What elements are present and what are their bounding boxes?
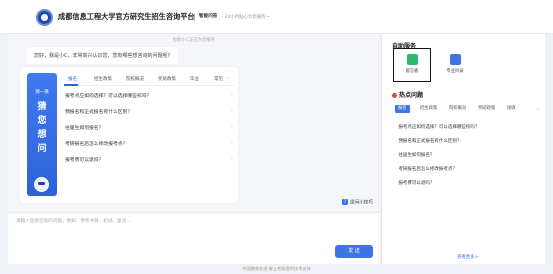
chevron-right-icon: › — [231, 124, 233, 130]
question-input[interactable] — [16, 218, 336, 232]
platform-title: 成都信息工程大学官方研究生招生咨询平台 — [58, 12, 195, 21]
guess-panel: 猜一猜 猜 您 想 问 — [27, 73, 57, 196]
chevron-right-icon: › — [231, 140, 233, 146]
tab-next-chevron-icon[interactable]: › — [228, 76, 230, 81]
faq-question-text: 报考点应如何选择？可以选择哪些校吗？ — [65, 94, 152, 99]
smart-qa-badge: 智能问答 — [199, 14, 218, 19]
service-notice: 智能小C正在为您服务 — [172, 38, 216, 43]
top-header: 成都信息工程大学官方研究生招生咨询平台 智能问答 · 24小时贴心为您服务～ — [0, 0, 553, 34]
right-sidebar: 自助服务 留言板 专业目录 热点问题 报名 招生政策 院校概况 奖助政策 接收 … — [381, 34, 545, 264]
chevron-right-icon: › — [231, 92, 233, 98]
hot-question[interactable]: 往届生如何报名？ — [395, 152, 541, 158]
faq-question[interactable]: 往届生如何报名？ › — [65, 124, 233, 134]
header-divider — [194, 13, 195, 21]
faq-question[interactable]: 考研报名后怎么修改报考点？ › — [65, 140, 233, 150]
faq-question-text: 报考费可以退吗？ — [65, 158, 104, 163]
selection-highlight — [393, 48, 431, 82]
guess-char: 您 — [37, 116, 47, 126]
hot-questions-title: 热点问题 — [392, 90, 423, 99]
faq-card: 猜一猜 猜 您 想 问 报名 招生政策 院校概况 奖助政策 毕业 常见 › 报考… — [20, 67, 238, 203]
service-label: 专业目录 — [446, 69, 464, 74]
robot-mascot-icon — [34, 177, 49, 192]
guess-char: 想 — [37, 130, 47, 140]
faq-question[interactable]: 报考费可以退吗？ › — [65, 156, 233, 166]
hot-question[interactable]: 报考费可以退吗？ — [395, 180, 541, 186]
tab-common[interactable]: 常见 — [214, 76, 223, 82]
header-subtitle: · 24小时贴心为您服务～ — [222, 14, 270, 20]
hot-tab-bar: 报名 招生政策 院校概况 奖助政策 接收 — [395, 105, 545, 115]
guess-char: 猜 — [37, 102, 47, 112]
hot-tab-registration[interactable]: 报名 — [395, 105, 410, 113]
active-tab-indicator — [64, 84, 78, 86]
faq-question-text: 考研报名后怎么修改报考点？ — [65, 142, 128, 147]
hot-question[interactable]: 考研报名后怎么修改报考点？ — [395, 166, 541, 172]
faq-question-text: 预报名和正式报名有什么区别？ — [65, 110, 133, 115]
hot-tab-admission-policy[interactable]: 招生政策 — [417, 105, 440, 113]
faq-question-text: 往届生如何报名？ — [65, 126, 104, 131]
view-more-link[interactable]: 查看更多> — [457, 254, 478, 260]
question-tips-button[interactable]: ? 提问小技巧 — [342, 199, 380, 209]
catalog-icon — [449, 54, 461, 65]
question-icon: ? — [342, 199, 348, 205]
message-board-button[interactable]: 留言板 — [393, 48, 431, 82]
hot-question[interactable]: 预报名和正式报名有什么区别？ — [395, 138, 541, 144]
university-logo-icon — [36, 9, 53, 26]
tab-registration[interactable]: 报名 — [68, 76, 77, 82]
tab-graduation[interactable]: 毕业 — [190, 76, 199, 82]
faq-tab-bar: 报名 招生政策 院校概况 奖助政策 毕业 常见 › — [64, 75, 234, 86]
footer-credit: 中国教育在线 掌上考研提供技术支持 — [242, 266, 311, 271]
input-area: 发 送 — [8, 212, 380, 264]
greeting-bubble: 您好，我是小C，非常高兴认识您，您有哪些想咨询的问题呢? — [26, 47, 179, 64]
tips-label: 提问小技巧 — [350, 200, 373, 206]
tab-school-overview[interactable]: 院校概况 — [126, 76, 144, 82]
faq-question[interactable]: 报考点应如何选择？可以选择哪些校吗？ › — [65, 92, 233, 102]
hot-tab-receive[interactable]: 接收 — [504, 105, 519, 113]
send-button[interactable]: 发 送 — [335, 245, 373, 258]
hot-tab-next-chevron-icon[interactable]: › — [537, 107, 539, 113]
tab-scholarship-policy[interactable]: 奖助政策 — [158, 76, 176, 82]
hot-question[interactable]: 报考点应如何选择？可以选择哪些校吗？ — [395, 124, 541, 130]
guess-char: 问 — [37, 144, 47, 154]
major-catalog-button[interactable]: 专业目录 — [437, 54, 473, 74]
tab-admission-policy[interactable]: 招生政策 — [94, 76, 112, 82]
chevron-right-icon: › — [231, 108, 233, 114]
chevron-right-icon: › — [231, 156, 233, 162]
hot-tab-school-overview[interactable]: 院校概况 — [446, 105, 469, 113]
hot-tab-scholarship-policy[interactable]: 奖助政策 — [475, 105, 498, 113]
faq-question[interactable]: 预报名和正式报名有什么区别？ › — [65, 108, 233, 118]
guess-label: 猜一猜 — [35, 90, 49, 95]
fire-icon — [392, 93, 397, 98]
